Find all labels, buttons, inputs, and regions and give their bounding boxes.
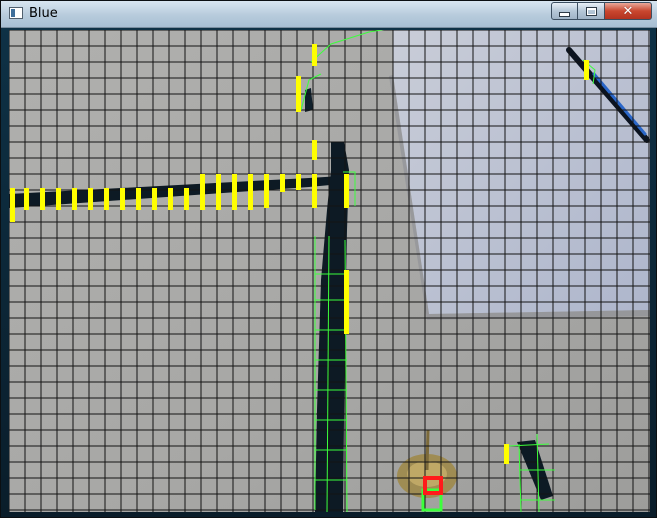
minimize-icon (559, 11, 570, 17)
maximize-icon (585, 6, 597, 16)
title-bar[interactable]: Blue ✕ (1, 1, 657, 28)
yellow-marker (344, 270, 349, 334)
yellow-marker (584, 60, 589, 80)
maximize-button[interactable] (578, 2, 605, 20)
yellow-marker (10, 188, 15, 222)
yellow-marker (120, 188, 125, 210)
app-window: Blue ✕ (0, 0, 657, 518)
yellow-marker (312, 174, 317, 208)
window-controls: ✕ (551, 2, 652, 21)
yellow-marker (24, 188, 29, 210)
yellow-marker (168, 188, 173, 210)
yellow-marker (200, 174, 205, 210)
close-button[interactable]: ✕ (605, 2, 652, 20)
yellow-marker (104, 188, 109, 210)
yellow-marker (280, 174, 285, 192)
yellow-marker (344, 174, 349, 208)
camera-view (9, 30, 650, 512)
yellow-marker (88, 188, 93, 210)
tack-needle (425, 429, 430, 471)
yellow-marker (56, 188, 61, 210)
yellow-marker (504, 444, 509, 464)
window-app-icon (9, 7, 23, 19)
yellow-marker (264, 174, 269, 208)
window-title: Blue (29, 6, 58, 21)
yellow-marker (72, 188, 77, 210)
yellow-marker (40, 188, 45, 210)
yellow-marker (216, 174, 221, 210)
yellow-marker (312, 140, 317, 160)
yellow-marker (152, 188, 157, 210)
yellow-marker (136, 188, 141, 210)
yellow-marker (312, 44, 317, 66)
vision-canvas (9, 30, 650, 512)
yellow-marker (248, 174, 253, 210)
yellow-marker (296, 174, 301, 190)
minimize-button[interactable] (551, 2, 578, 20)
yellow-marker (184, 188, 189, 210)
close-icon: ✕ (622, 3, 634, 19)
yellow-marker (232, 174, 237, 210)
yellow-marker (296, 76, 301, 112)
